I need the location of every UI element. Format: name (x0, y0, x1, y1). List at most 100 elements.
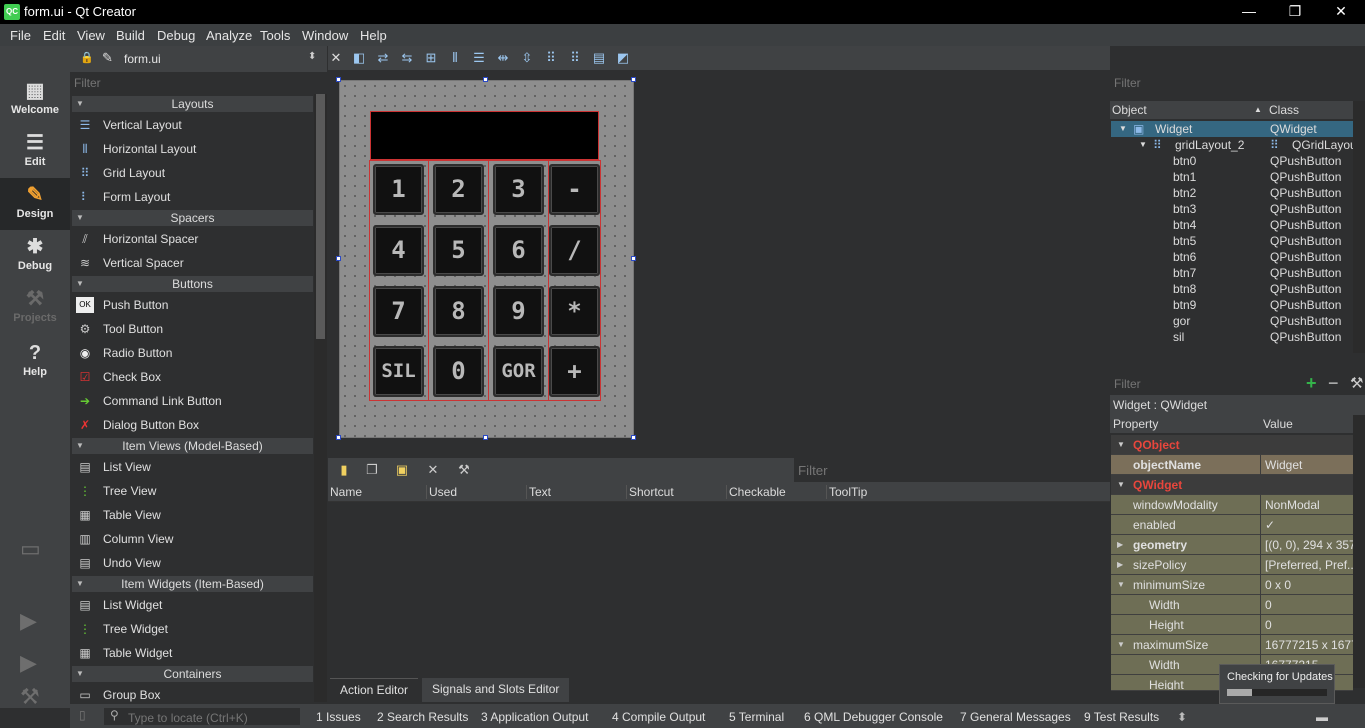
widget-tool-button[interactable]: ⚙ Tool Button (72, 317, 313, 341)
configure-icon[interactable]: ⚒ (456, 462, 472, 478)
object-tree-scrollbar[interactable] (1353, 101, 1365, 353)
triangle-down-icon[interactable]: ▼ (1117, 475, 1125, 495)
mode-help[interactable]: ? Help (0, 336, 70, 388)
widget-command-link-button[interactable]: ➔ Command Link Button (72, 389, 313, 413)
expand-triangle-icon[interactable]: ▼ (1139, 137, 1147, 153)
copy-action-icon[interactable]: ❐ (364, 462, 380, 478)
widget-tree-view[interactable]: ⋮ Tree View (72, 479, 313, 503)
category-item-widgets[interactable]: ▼ Item Widgets (Item-Based) (72, 576, 313, 592)
column-header-used[interactable]: Used (426, 485, 457, 499)
edit-buddies-icon[interactable]: ⇆ (399, 50, 415, 66)
new-action-icon[interactable]: ▮ (336, 462, 352, 478)
object-tree-row[interactable]: sil QPushButton (1111, 329, 1353, 345)
calc-button-4[interactable]: 4 (373, 225, 424, 276)
column-header-text[interactable]: Text (526, 485, 551, 499)
resize-handle[interactable] (336, 435, 341, 440)
layout-horizontal-splitter-icon[interactable]: ⇹ (495, 50, 511, 66)
maximize-button[interactable]: ❐ (1272, 0, 1318, 24)
edit-tab-order-icon[interactable]: ⊞ (423, 50, 439, 66)
tab-action-editor[interactable]: Action Editor (330, 678, 419, 702)
category-item-views[interactable]: ▼ Item Views (Model-Based) (72, 438, 313, 454)
break-layout-icon[interactable]: ▤ (591, 50, 607, 66)
layout-grid-icon[interactable]: ⠿ (567, 50, 583, 66)
widget-horizontal-spacer[interactable]: ⫽ Horizontal Spacer (72, 227, 313, 251)
enabled-checkbox[interactable]: ✓ (1260, 515, 1353, 535)
menu-view[interactable]: View (77, 28, 105, 43)
calc-button-0[interactable]: 0 (433, 346, 484, 397)
object-filter-input[interactable] (1110, 72, 1365, 94)
property-value[interactable]: 16777215 x 1677... (1260, 635, 1353, 655)
object-tree-row[interactable]: btn2 QPushButton (1111, 185, 1353, 201)
object-tree-row[interactable]: btn1 QPushButton (1111, 169, 1353, 185)
expand-triangle-icon[interactable]: ▼ (1119, 121, 1127, 137)
widget-horizontal-layout[interactable]: ⦀ Horizontal Layout (72, 137, 313, 161)
widget-group-box[interactable]: ▭ Group Box (72, 683, 313, 702)
calculator-display[interactable] (370, 111, 599, 160)
property-scrollbar[interactable] (1353, 415, 1365, 688)
property-value[interactable]: NonModal (1260, 495, 1353, 515)
property-value[interactable]: [Preferred, Pref... (1260, 555, 1353, 575)
widget-column-view[interactable]: ▥ Column View (72, 527, 313, 551)
calc-button-2[interactable]: 2 (433, 164, 484, 215)
widget-filter-input[interactable] (70, 72, 327, 94)
calc-button-6[interactable]: 6 (493, 225, 544, 276)
minimize-button[interactable]: — (1226, 0, 1272, 24)
menu-build[interactable]: Build (116, 28, 145, 43)
property-row[interactable]: windowModality NonModal (1111, 495, 1353, 515)
widget-grid-layout[interactable]: ⠿ Grid Layout (72, 161, 313, 185)
widget-table-widget[interactable]: ▦ Table Widget (72, 641, 313, 665)
property-row[interactable]: Width 0 (1111, 595, 1353, 615)
widget-box-scrollbar[interactable] (314, 94, 327, 702)
widget-push-button[interactable]: OK Push Button (72, 293, 313, 317)
column-header-property[interactable]: Property (1113, 417, 1158, 431)
toggle-sidebar-icon[interactable]: ▯ (79, 708, 86, 722)
object-tree-row[interactable]: btn3 QPushButton (1111, 201, 1353, 217)
pane-test-results[interactable]: 9 Test Results (1084, 710, 1159, 724)
object-tree-row[interactable]: gor QPushButton (1111, 313, 1353, 329)
mode-design[interactable]: ✎ Design (0, 178, 70, 230)
column-header-object[interactable]: Object (1112, 103, 1147, 117)
property-row[interactable]: ▶ sizePolicy [Preferred, Pref... (1111, 555, 1353, 575)
category-spacers[interactable]: ▼ Spacers (72, 210, 313, 226)
action-filter-input[interactable] (794, 458, 1110, 482)
property-row[interactable]: Height 0 (1111, 615, 1353, 635)
close-document-icon[interactable]: ✕ (328, 50, 344, 66)
resize-handle[interactable] (483, 77, 488, 82)
scrollbar-thumb[interactable] (316, 94, 325, 339)
menu-edit[interactable]: Edit (43, 28, 65, 43)
configure-wrench-icon[interactable]: ⚒ (1350, 374, 1363, 392)
widget-list-view[interactable]: ▤ List View (72, 455, 313, 479)
pane-search-results[interactable]: 2 Search Results (377, 710, 468, 724)
widget-form-layout[interactable]: ⠇ Form Layout (72, 185, 313, 209)
calc-button-9[interactable]: 9 (493, 286, 544, 337)
category-buttons[interactable]: ▼ Buttons (72, 276, 313, 292)
pane-issues[interactable]: 1 Issues (316, 710, 361, 724)
column-header-value[interactable]: Value (1263, 417, 1293, 431)
menu-debug[interactable]: Debug (157, 28, 195, 43)
adjust-size-icon[interactable]: ◩ (615, 50, 631, 66)
object-tree-row[interactable]: ▼ ▣ Widget QWidget (1111, 121, 1353, 137)
run-icon[interactable]: ▶ (20, 608, 50, 638)
property-value[interactable]: 0 x 0 (1260, 575, 1353, 595)
column-header-tooltip[interactable]: ToolTip (826, 485, 867, 499)
layout-vertical-icon[interactable]: ☰ (471, 50, 487, 66)
edit-signals-icon[interactable]: ⇄ (375, 50, 391, 66)
add-dynamic-property-icon[interactable]: + (1306, 373, 1317, 394)
property-row[interactable]: ▼ maximumSize 16777215 x 1677... (1111, 635, 1353, 655)
resize-handle[interactable] (336, 77, 341, 82)
triangle-down-icon[interactable]: ▼ (1117, 635, 1125, 655)
mode-edit[interactable]: ☰ Edit (0, 126, 70, 178)
property-value[interactable]: 0 (1260, 615, 1353, 635)
column-header-class[interactable]: Class (1269, 103, 1299, 117)
mode-projects[interactable]: ⚒ Projects (0, 282, 70, 334)
layout-horizontal-icon[interactable]: ⦀ (447, 50, 463, 66)
property-row[interactable]: ▼ minimumSize 0 x 0 (1111, 575, 1353, 595)
paste-action-icon[interactable]: ▣ (394, 462, 410, 478)
widget-tree-widget[interactable]: ⋮ Tree Widget (72, 617, 313, 641)
property-filter-input[interactable] (1110, 373, 1300, 395)
layout-vertical-splitter-icon[interactable]: ⇳ (519, 50, 535, 66)
remove-property-icon[interactable]: − (1328, 373, 1339, 394)
menu-window[interactable]: Window (302, 28, 348, 43)
property-row[interactable]: enabled ✓ (1111, 515, 1353, 535)
property-value[interactable]: 0 (1260, 595, 1353, 615)
